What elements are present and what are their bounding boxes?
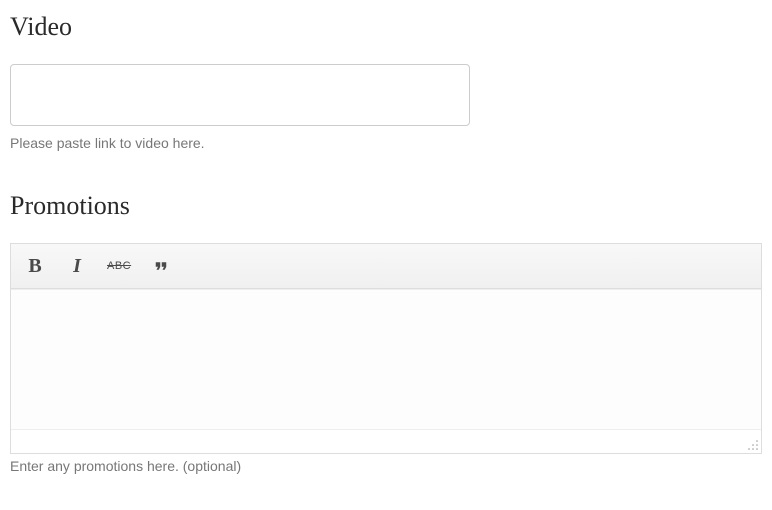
blockquote-button[interactable]	[149, 254, 173, 278]
quote-icon	[152, 257, 170, 275]
promotions-content-area[interactable]	[11, 289, 761, 429]
video-link-input[interactable]	[10, 64, 470, 126]
bold-button[interactable]: B	[23, 254, 47, 278]
editor-toolbar: B I ABC	[11, 244, 761, 289]
video-heading: Video	[10, 12, 762, 42]
resize-grip-icon	[747, 439, 759, 451]
promotions-section: Promotions B I ABC	[10, 191, 762, 474]
promotions-heading: Promotions	[10, 191, 762, 221]
italic-button[interactable]: I	[65, 254, 89, 278]
promotions-help-text: Enter any promotions here. (optional)	[10, 458, 762, 474]
promotions-editor: B I ABC	[10, 243, 762, 454]
video-help-text: Please paste link to video here.	[10, 135, 762, 151]
editor-footer	[11, 429, 761, 453]
video-section: Video Please paste link to video here.	[10, 12, 762, 151]
strikethrough-button[interactable]: ABC	[107, 254, 131, 278]
resize-handle[interactable]	[747, 439, 759, 451]
